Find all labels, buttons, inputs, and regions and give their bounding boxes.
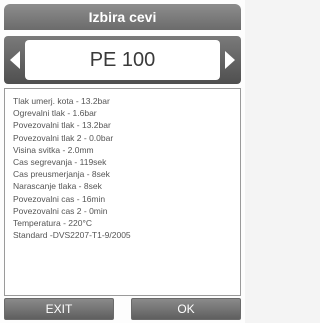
param-line: Tlak umerj. kota - 13.2bar [13, 96, 110, 106]
pipe-selector-value-box: PE 100 [25, 40, 220, 80]
pipe-type-value: PE 100 [89, 48, 156, 71]
pipe-parameters-panel: Tlak umerj. kota - 13.2bar Ogrevalni tla… [4, 88, 241, 296]
title-bar: Izbira cevi [4, 4, 241, 30]
param-line: Temperatura - 220°C [13, 218, 92, 229]
triangle-right-icon [225, 51, 235, 69]
param-line: Povezovalni cas 2 - 0min [13, 205, 108, 216]
exit-button[interactable]: EXIT [4, 298, 114, 320]
param-line: Cas segrevanja - 119sek [13, 157, 107, 168]
screen-title: Izbira cevi [88, 9, 157, 25]
param-line: Cas preusmerjanja - 8sek [13, 169, 110, 180]
param-line: Povezovalni cas - 16min [13, 193, 106, 204]
next-pipe-button[interactable] [222, 48, 238, 72]
ok-button[interactable]: OK [131, 298, 241, 320]
pipe-selector: PE 100 [4, 36, 241, 84]
previous-pipe-button[interactable] [7, 48, 23, 72]
device-screen: Izbira cevi PE 100 Tlak umerj. kota - 13… [0, 0, 245, 323]
param-line: Narascanje tlaka - 8sek [13, 181, 102, 192]
param-line: Ogrevalni tlak - 1.6bar [13, 108, 97, 119]
param-line: Povezovalni tlak - 13.2bar [13, 120, 111, 131]
param-line: Standard -DVS2207-T1-9/2005 [13, 230, 131, 241]
param-line: Povezovalni tlak 2 - 0.0bar [13, 132, 114, 143]
param-line: Visina svitka - 2.0mm [13, 144, 94, 155]
triangle-left-icon [10, 51, 20, 69]
